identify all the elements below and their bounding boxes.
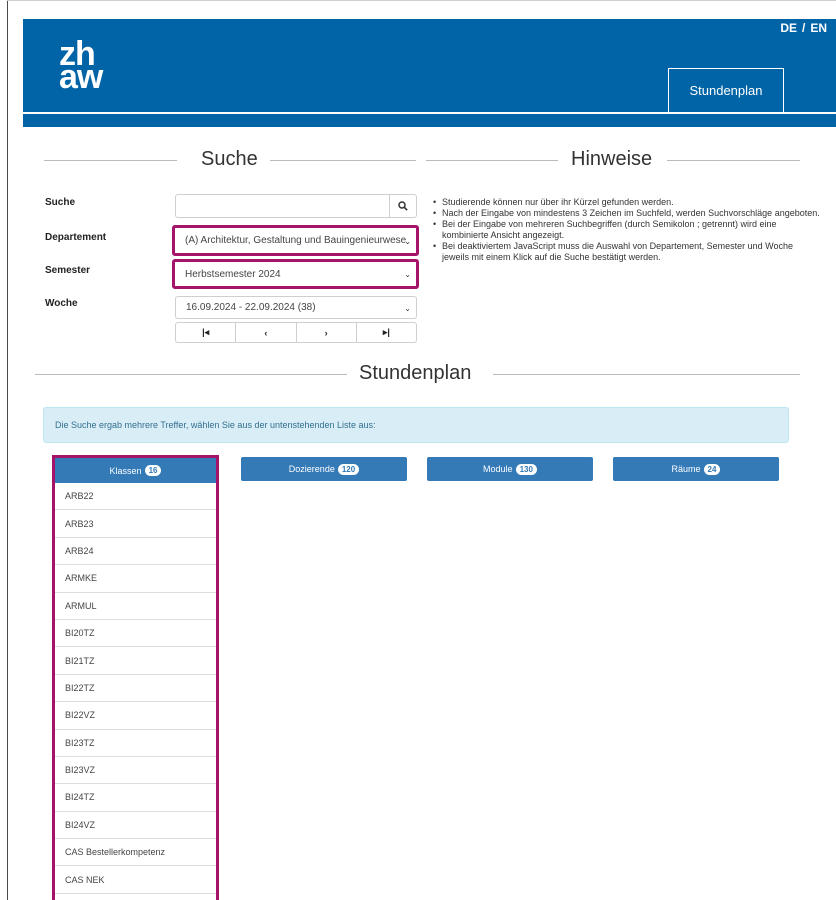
hinweise-rule-left xyxy=(426,160,558,161)
klassen-list: Klassen 16 ARB22 ARB23 ARB24 ARMKE ARMUL … xyxy=(52,455,219,900)
suche-rule-right xyxy=(270,160,416,161)
chevron-left-icon: ‹ xyxy=(264,327,268,338)
list-item[interactable]: BI24TZ xyxy=(55,784,216,812)
tab-klassen[interactable]: Klassen 16 xyxy=(55,458,216,483)
site-header: zh aw DE / EN Stundenplan xyxy=(23,19,836,112)
header-bottom-band xyxy=(23,114,836,127)
window-border xyxy=(7,0,8,900)
suche-label: Suche xyxy=(45,197,76,208)
count-badge: 130 xyxy=(515,463,537,475)
list-item[interactable]: BI23TZ xyxy=(55,730,216,757)
list-item[interactable]: BI24VZ xyxy=(55,812,216,840)
skip-forward-icon: ▸| xyxy=(382,327,390,337)
tab-module[interactable]: Module 130 xyxy=(427,457,593,481)
semester-select[interactable]: Herbstsemester 2024 ⌄ xyxy=(172,259,419,289)
tab-dozierende[interactable]: Dozierende 120 xyxy=(241,457,407,481)
list-item[interactable]: ARB22 xyxy=(55,483,216,511)
departement-label: Departement xyxy=(45,232,107,243)
info-alert: Die Suche ergab mehrere Treffer, wählen … xyxy=(43,407,789,443)
list-item[interactable]: BI22TZ xyxy=(55,675,216,703)
woche-select[interactable]: 16.09.2024 - 22.09.2024 (38) ⌄ xyxy=(175,296,417,319)
count-badge: 24 xyxy=(703,463,721,475)
chevron-down-icon: ⌄ xyxy=(404,303,411,313)
language-switcher: DE / EN xyxy=(780,21,827,35)
count-badge: 16 xyxy=(144,465,162,476)
first-week-button[interactable]: |◂ xyxy=(176,323,237,342)
count-badge: 120 xyxy=(337,463,360,475)
semester-label: Semester xyxy=(45,265,91,276)
hints-list: Studierende können nur über ihr Kürzel g… xyxy=(432,197,820,263)
window-border-top xyxy=(7,0,836,1)
list-item[interactable]: BI21TZ xyxy=(55,647,216,675)
departement-select[interactable]: (A) Architektur, Gestaltung und Bauingen… xyxy=(172,225,419,256)
list-item[interactable]: CAS Bestellerkompetenz xyxy=(55,839,216,867)
next-week-button[interactable]: › xyxy=(297,323,357,342)
list-item[interactable]: ARMUL xyxy=(55,593,216,620)
last-week-button[interactable]: ▸| xyxy=(357,323,416,342)
chevron-right-icon: › xyxy=(324,327,328,338)
hint-item: Bei deaktiviertem JavaScript muss die Au… xyxy=(433,241,820,263)
chevron-down-icon: ⌄ xyxy=(404,270,411,279)
search-input[interactable] xyxy=(175,194,417,218)
prev-week-button[interactable]: ‹ xyxy=(236,323,297,342)
stundenplan-rule-left xyxy=(35,374,347,375)
list-item[interactable]: BI22VZ xyxy=(55,702,216,730)
skip-back-icon: |◂ xyxy=(202,327,210,337)
stundenplan-rule-right xyxy=(493,374,800,375)
chevron-down-icon: ⌄ xyxy=(404,236,411,246)
hinweise-title: Hinweise xyxy=(561,148,663,171)
list-item[interactable]: CAS NEK xyxy=(55,866,216,894)
hint-item: Studierende können nur über ihr Kürzel g… xyxy=(433,197,820,208)
search-button[interactable] xyxy=(389,195,416,217)
hinweise-rule-right xyxy=(667,160,800,161)
lang-de-link[interactable]: DE xyxy=(780,21,797,35)
zhaw-logo[interactable]: zh aw xyxy=(59,37,103,94)
stundenplan-title: Stundenplan xyxy=(349,362,482,385)
tab-raeume[interactable]: Räume 24 xyxy=(613,457,779,481)
list-item[interactable]: ARB24 xyxy=(55,538,216,566)
suche-rule-left xyxy=(44,160,177,161)
lang-en-link[interactable]: EN xyxy=(810,21,827,35)
list-item[interactable]: BI23VZ xyxy=(55,757,216,785)
week-navigation: |◂ ‹ › ▸| xyxy=(175,322,417,343)
tab-stundenplan[interactable]: Stundenplan xyxy=(668,68,784,112)
list-item[interactable]: ARMKE xyxy=(55,565,216,593)
search-icon xyxy=(398,201,408,211)
hint-item: Nach der Eingabe von mindestens 3 Zeiche… xyxy=(433,208,820,219)
suche-title: Suche xyxy=(191,148,268,171)
woche-label: Woche xyxy=(45,298,78,309)
list-item[interactable]: BI20TZ xyxy=(55,620,216,648)
list-item[interactable]: ARB23 xyxy=(55,510,216,538)
hint-item: Bei der Eingabe von mehreren Suchbegriff… xyxy=(433,219,820,241)
